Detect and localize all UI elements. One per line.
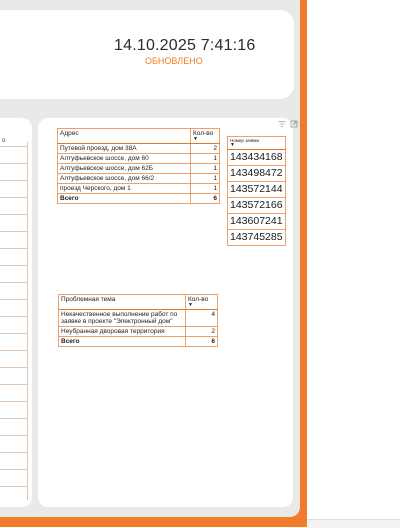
order-number: 143434168 (227, 149, 286, 166)
left-table-row-line (0, 367, 28, 368)
count-cell: 2 (190, 143, 220, 154)
last-update-datetime: 14.10.2025 7:41:16 (114, 37, 256, 54)
count-column-header[interactable]: Кол-во ▼ (190, 128, 220, 144)
count-cell: 2 (184, 326, 219, 337)
update-status: ОБНОВЛЕНО (145, 56, 203, 66)
order-numbers-table: Номер заявки ▼ 143434168 143498472 14357… (227, 136, 286, 246)
left-table-row-line (0, 248, 28, 249)
count-cell: 4 (184, 309, 219, 327)
blank-side-area (307, 0, 400, 519)
address-cell: Алтуфьевское шоссе, дом 60 (57, 153, 191, 164)
total-value: 6 (190, 193, 220, 204)
left-table-row-line (0, 231, 28, 232)
address-cell: Алтуфьевское шоссе, дом 62Б (57, 163, 191, 174)
theme-cell: Некачественное выполнение работ по заявк… (58, 309, 186, 327)
left-table-row-line (0, 486, 28, 487)
left-table-row-line (0, 163, 28, 164)
count-column-header[interactable]: Кол-во ▼ (184, 294, 219, 310)
left-table-row-line (0, 401, 28, 402)
table-row[interactable]: 143607241 (227, 213, 286, 230)
left-table-row-line (0, 265, 28, 266)
filter-icon[interactable] (278, 120, 286, 130)
table-row[interactable]: Некачественное выполнение работ по заявк… (58, 309, 219, 327)
table-row[interactable]: Путевой проезд, дом 38А 2 (57, 143, 220, 154)
count-cell: 1 (190, 183, 220, 194)
order-number: 143607241 (227, 213, 286, 230)
left-table-row-line (0, 316, 28, 317)
count-cell: 1 (190, 173, 220, 184)
problem-theme-table: Проблемная тема Кол-во ▼ Некачественное … (58, 294, 219, 347)
left-table-row-line (0, 146, 28, 147)
table-row[interactable]: Алтуфьевское шоссе, дом 62Б 1 (57, 163, 220, 174)
left-table-row-line (0, 214, 28, 215)
count-cell: 1 (190, 153, 220, 164)
address-cell: Алтуфьевское шоссе, дом 66/2 (57, 173, 191, 184)
sort-descending-icon[interactable]: ▼ (230, 143, 283, 148)
left-table-row-line (0, 452, 28, 453)
table-row[interactable]: 143572144 (227, 181, 286, 198)
left-table-row-line (0, 180, 28, 181)
table-row[interactable]: проезд Черского, дом 1 1 (57, 183, 220, 194)
focus-mode-icon[interactable] (290, 120, 298, 130)
address-cell: проезд Черского, дом 1 (57, 183, 191, 194)
table-row[interactable]: 143498472 (227, 165, 286, 182)
left-table-row-line (0, 384, 28, 385)
left-table-row-line (0, 418, 28, 419)
left-table-row-line (0, 469, 28, 470)
order-number: 143498472 (227, 165, 286, 182)
order-number: 143572144 (227, 181, 286, 198)
dashboard-canvas: 14.10.2025 7:41:16 ОБНОВЛЕНО о Адрес Кол… (0, 0, 300, 517)
count-cell: 1 (190, 163, 220, 174)
order-number-column-header[interactable]: Номер заявки ▼ (227, 136, 286, 150)
address-column-header[interactable]: Адрес (57, 128, 191, 144)
total-label: Всего (58, 336, 186, 347)
left-table-row-line (0, 435, 28, 436)
left-table-row-line (0, 350, 28, 351)
address-cell: Путевой проезд, дом 38А (57, 143, 191, 154)
theme-column-header[interactable]: Проблемная тема (58, 294, 186, 310)
table-row[interactable]: Алтуфьевское шоссе, дом 66/2 1 (57, 173, 220, 184)
left-table-header-fragment: о (2, 138, 6, 144)
order-number: 143572166 (227, 197, 286, 214)
table-row[interactable]: 143572166 (227, 197, 286, 214)
left-table-row-line (0, 299, 28, 300)
table-row[interactable]: Алтуфьевское шоссе, дом 60 1 (57, 153, 220, 164)
total-row: Всего 6 (58, 336, 219, 347)
table-row[interactable]: 143434168 (227, 149, 286, 166)
total-row: Всего 6 (57, 193, 220, 204)
order-number: 143745285 (227, 229, 286, 246)
left-table-row-line (0, 197, 28, 198)
theme-cell: Неубранная дворовая территория (58, 326, 186, 337)
left-table-divider (27, 142, 28, 500)
table-row[interactable]: 143745285 (227, 229, 286, 246)
visual-header-icons (278, 120, 298, 130)
table-row[interactable]: Неубранная дворовая территория 2 (58, 326, 219, 337)
left-table-row-line (0, 333, 28, 334)
left-table-row-line (0, 282, 28, 283)
sort-descending-icon[interactable]: ▼ (193, 137, 217, 142)
total-value: 6 (184, 336, 219, 347)
sort-descending-icon[interactable]: ▼ (188, 303, 215, 308)
left-table-card: о (0, 118, 32, 507)
address-table: Адрес Кол-во ▼ Путевой проезд, дом 38А 2… (57, 128, 220, 204)
total-label: Всего (57, 193, 191, 204)
